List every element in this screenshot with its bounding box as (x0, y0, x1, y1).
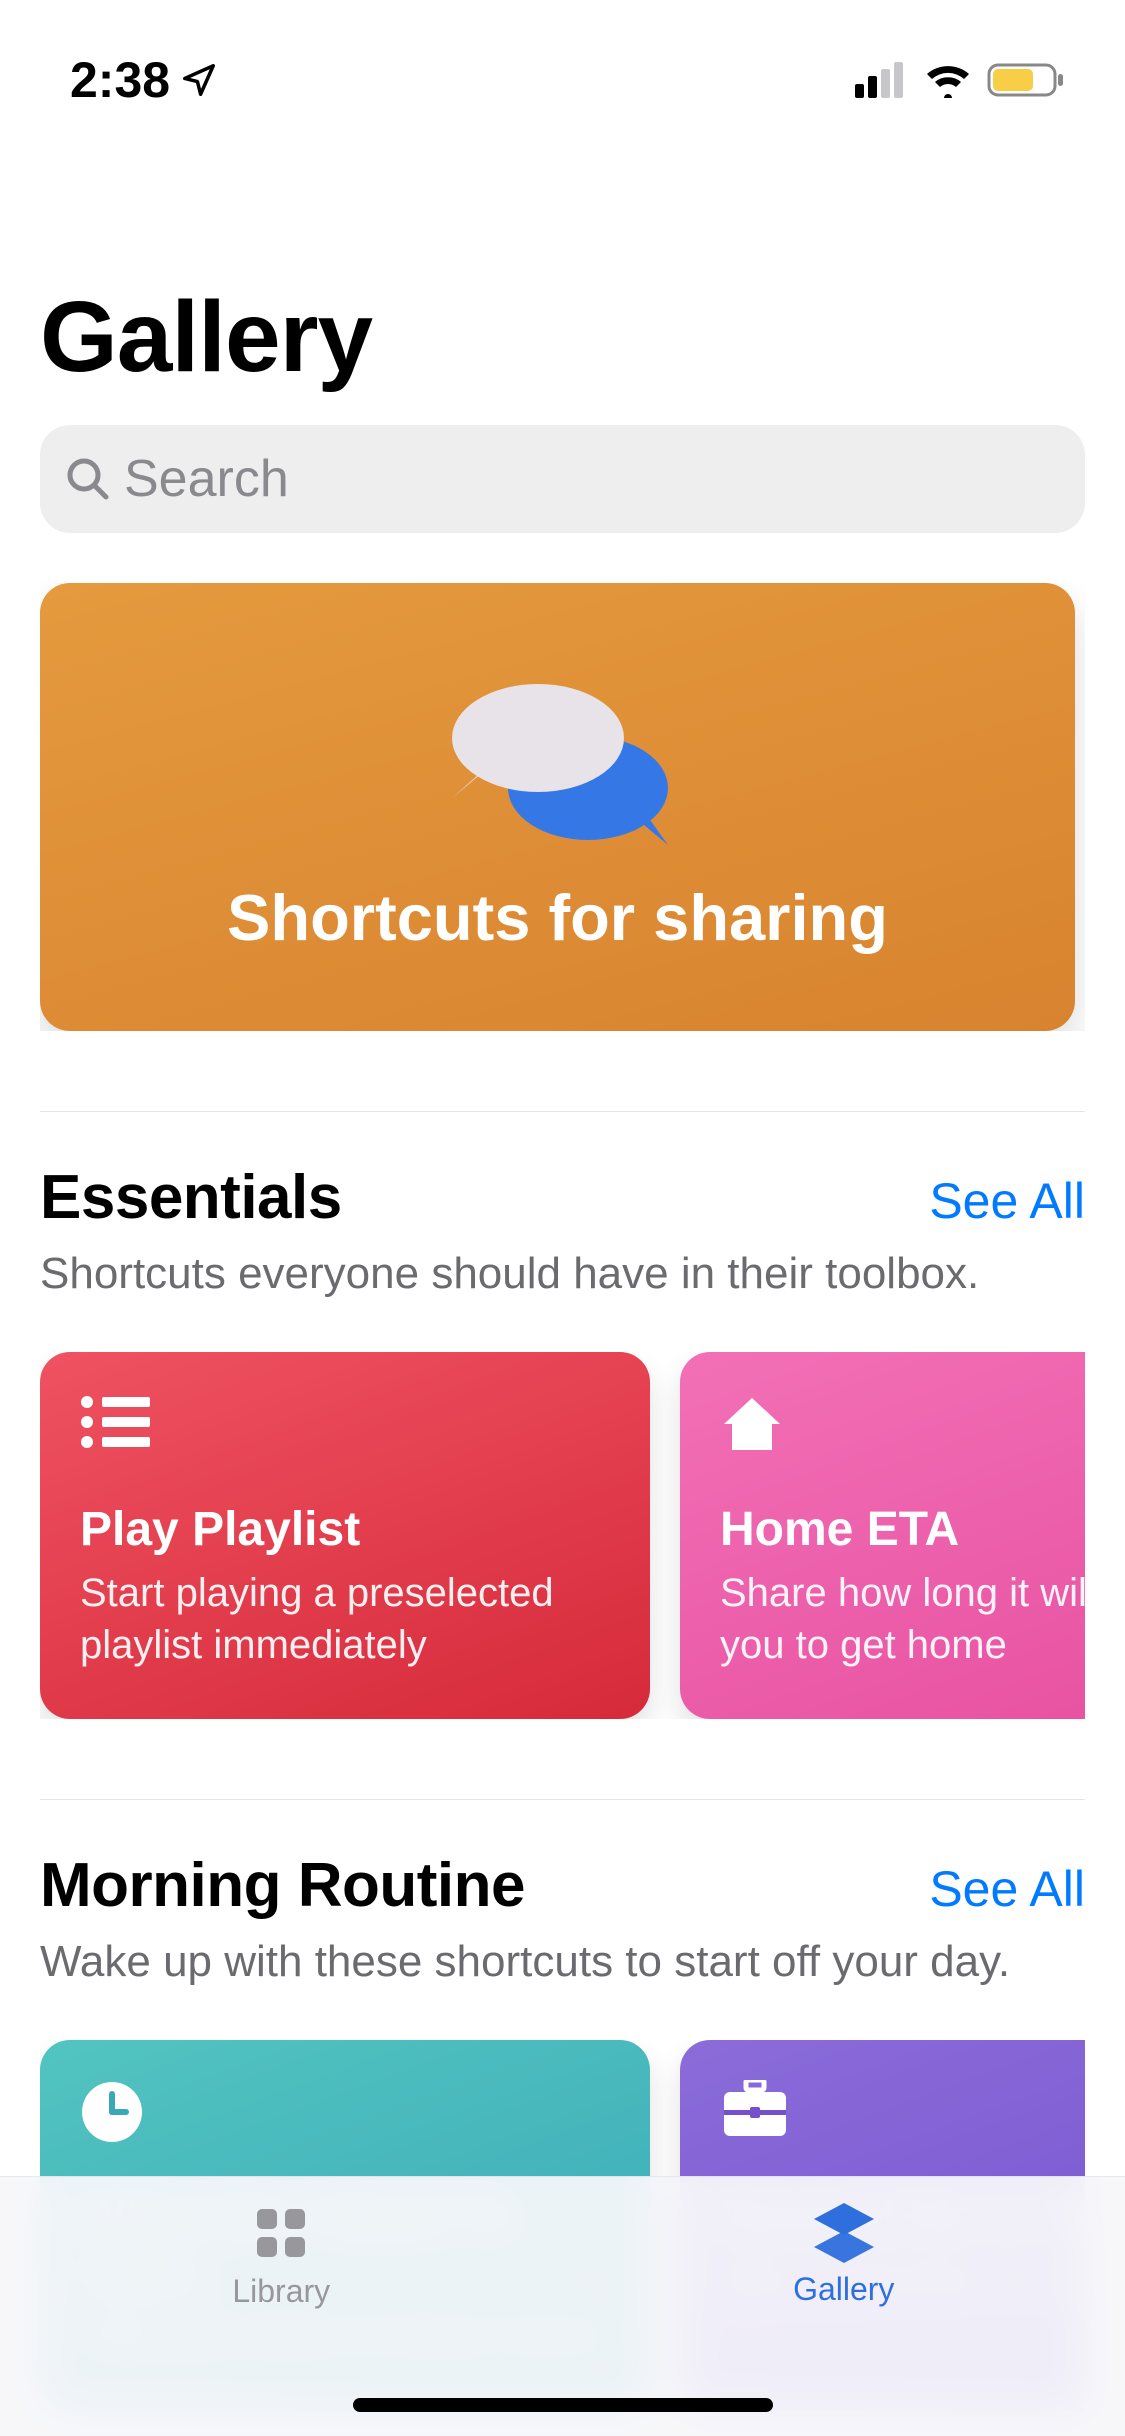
home-indicator[interactable] (353, 2398, 773, 2412)
tab-bar: Library Gallery (0, 2176, 1125, 2436)
section-title: Essentials (40, 1162, 342, 1233)
hero-carousel[interactable]: Shortcuts for sharing (40, 583, 1085, 1031)
status-indicators (855, 61, 1065, 99)
search-box[interactable] (40, 425, 1085, 533)
search-input[interactable] (124, 449, 1061, 509)
card-desc: Start playing a preselected playlist imm… (80, 1567, 610, 1671)
page-title: Gallery (40, 280, 1085, 395)
tab-label: Library (232, 2273, 330, 2310)
hero-title: Shortcuts for sharing (227, 880, 888, 955)
list-icon (80, 1392, 150, 1452)
time-text: 2:38 (70, 51, 170, 109)
see-all-link[interactable]: See All (929, 1172, 1085, 1230)
shortcut-card-play-playlist[interactable]: Play Playlist Start playing a preselecte… (40, 1352, 650, 1719)
grid-icon (249, 2201, 313, 2265)
status-bar: 2:38 (0, 0, 1125, 130)
chat-bubbles-icon (418, 660, 698, 860)
briefcase-icon (720, 2080, 790, 2140)
search-icon (64, 455, 112, 503)
card-title: Play Playlist (80, 1502, 610, 1557)
hero-card-sharing[interactable]: Shortcuts for sharing (40, 583, 1075, 1031)
battery-icon (987, 61, 1065, 99)
clock-icon (80, 2080, 144, 2144)
card-desc: Share how long it will take you to get h… (720, 1567, 1085, 1671)
tab-label: Gallery (793, 2271, 894, 2308)
card-title: Home ETA (720, 1502, 1085, 1557)
home-icon (720, 1392, 784, 1456)
layers-icon (808, 2201, 880, 2263)
shortcut-card-home-eta[interactable]: Home ETA Share how long it will take you… (680, 1352, 1085, 1719)
section-essentials: Essentials See All Shortcuts everyone sh… (40, 1111, 1085, 1719)
section-title: Morning Routine (40, 1850, 525, 1921)
section-subtitle: Wake up with these shortcuts to start of… (40, 1933, 1085, 1990)
location-icon (180, 61, 218, 99)
wifi-icon (923, 62, 973, 98)
see-all-link[interactable]: See All (929, 1860, 1085, 1918)
section-subtitle: Shortcuts everyone should have in their … (40, 1245, 1085, 1302)
cellular-icon (855, 62, 909, 98)
status-time: 2:38 (70, 51, 218, 109)
